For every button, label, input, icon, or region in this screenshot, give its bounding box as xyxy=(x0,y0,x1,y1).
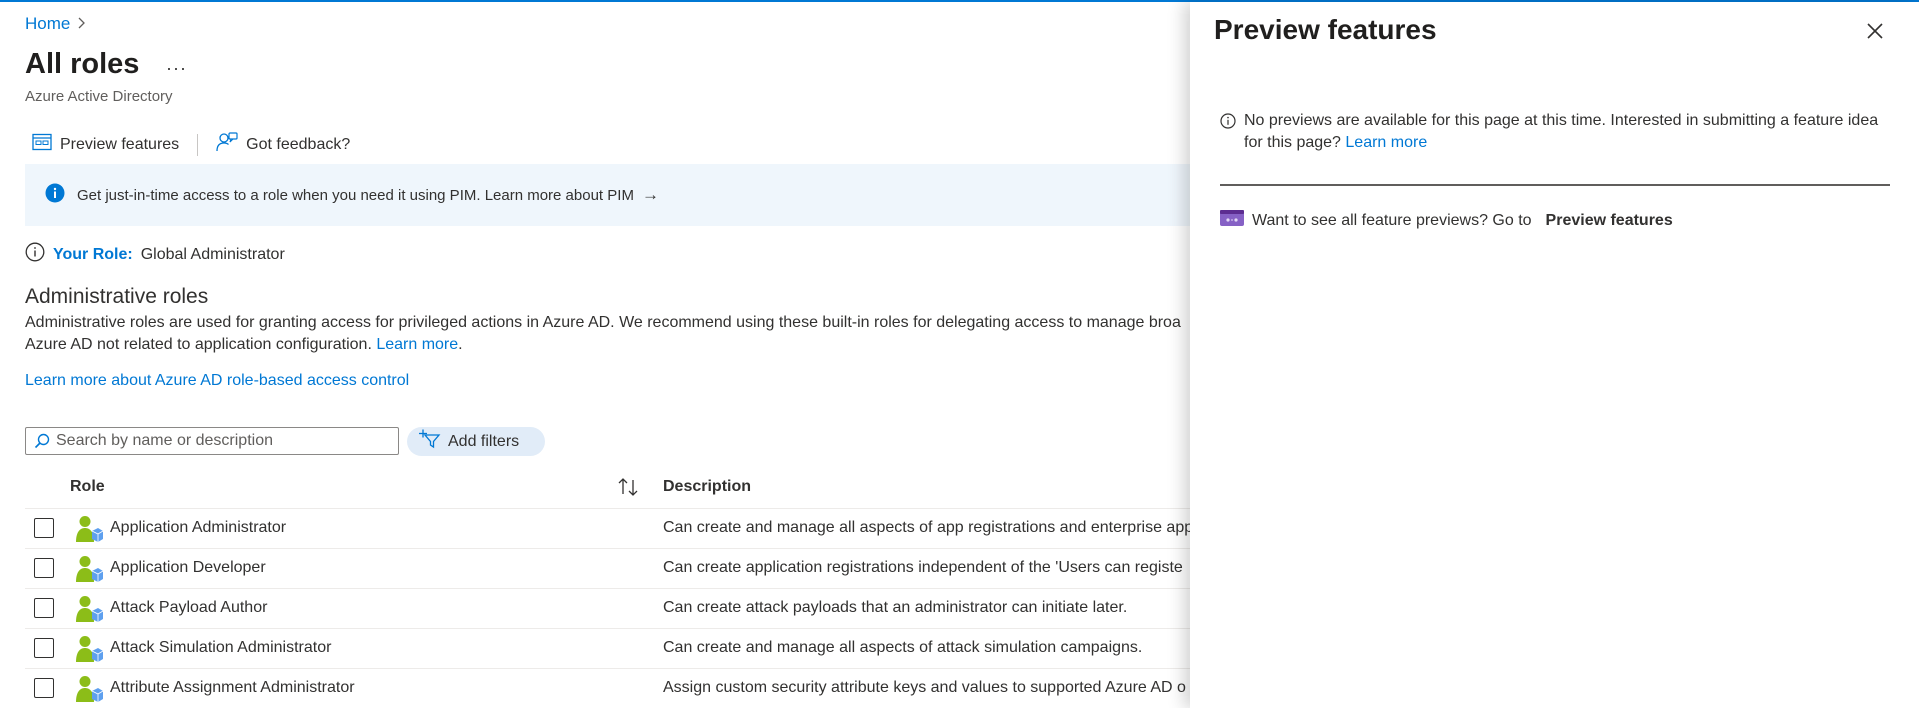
goto-text: Want to see all feature previews? Go to xyxy=(1252,211,1532,229)
pim-info-banner[interactable]: Get just-in-time access to a role when y… xyxy=(25,164,1190,226)
section-description: Administrative roles are used for granti… xyxy=(25,312,1190,356)
roles-table: Role Description Application Administrat… xyxy=(25,470,1190,708)
preview-features-panel: Preview features No previews are availab… xyxy=(1190,2,1919,708)
notice-text-block: No previews are available for this page … xyxy=(1244,110,1900,154)
page-title: All roles xyxy=(25,48,140,80)
search-input[interactable]: Search by name or description xyxy=(25,427,399,455)
got-feedback-label: Got feedback? xyxy=(246,135,351,153)
row-checkbox[interactable] xyxy=(34,518,54,538)
panel-title: Preview features xyxy=(1214,14,1437,45)
toolbar-divider xyxy=(197,133,199,156)
role-description: Can create application registrations ind… xyxy=(663,559,1183,576)
row-checkbox[interactable] xyxy=(34,678,54,698)
your-role-value: Global Administrator xyxy=(140,245,285,263)
command-bar: Preview features Got feedback? xyxy=(22,128,360,161)
role-name[interactable]: Application Developer xyxy=(110,559,266,577)
no-previews-notice: No previews are available for this page … xyxy=(1220,110,1900,154)
close-icon[interactable] xyxy=(1866,22,1884,45)
info-icon xyxy=(25,242,45,267)
role-description: Assign custom security attribute keys an… xyxy=(663,679,1186,696)
role-user-icon xyxy=(75,595,104,628)
table-header: Role Description xyxy=(25,470,1190,509)
main-content: Home All roles ··· Azure Active Director… xyxy=(0,2,1190,708)
more-options-button[interactable]: ··· xyxy=(166,58,187,79)
row-checkbox[interactable] xyxy=(34,558,54,578)
sort-icon[interactable] xyxy=(617,477,639,502)
section-title: Administrative roles xyxy=(25,285,209,308)
role-user-icon xyxy=(75,635,104,668)
pim-banner-text: Get just-in-time access to a role when y… xyxy=(77,186,634,204)
row-checkbox[interactable] xyxy=(34,638,54,658)
row-checkbox[interactable] xyxy=(34,598,54,618)
add-filters-button[interactable]: Add filters xyxy=(407,427,545,456)
notice-text: No previews are available for this page … xyxy=(1244,112,1879,151)
rbac-learn-more-link[interactable]: Learn more about Azure AD role-based acc… xyxy=(25,372,409,390)
panel-divider xyxy=(1220,184,1890,186)
role-user-icon xyxy=(75,515,104,548)
preview-features-label: Preview features xyxy=(60,135,180,153)
role-description: Can create and manage all aspects of att… xyxy=(663,639,1143,656)
role-name[interactable]: Attribute Assignment Administrator xyxy=(110,679,355,697)
role-name[interactable]: Application Administrator xyxy=(110,519,286,537)
search-icon xyxy=(34,433,50,449)
breadcrumb: Home xyxy=(25,14,86,34)
breadcrumb-home-link[interactable]: Home xyxy=(25,14,70,34)
goto-preview-features: Want to see all feature previews? Go to … xyxy=(1220,209,1673,232)
add-filters-label: Add filters xyxy=(448,432,520,450)
arrow-right-icon: → xyxy=(641,185,659,204)
section-description-line-1: Administrative roles are used for granti… xyxy=(25,314,1181,331)
filter-icon xyxy=(419,429,441,454)
notice-learn-more-link[interactable]: Learn more xyxy=(1345,134,1427,151)
table-row[interactable]: Attribute Assignment Administrator Assig… xyxy=(25,669,1190,708)
feedback-icon xyxy=(216,132,238,157)
table-row[interactable]: Application Administrator Can create and… xyxy=(25,509,1190,549)
table-row[interactable]: Application Developer Can create applica… xyxy=(25,549,1190,589)
goto-preview-features-link[interactable]: Preview features xyxy=(1546,212,1673,230)
info-icon xyxy=(1220,113,1236,154)
role-name[interactable]: Attack Payload Author xyxy=(110,599,267,617)
search-placeholder: Search by name or description xyxy=(56,432,273,449)
section-description-line-2: Azure AD not related to application conf… xyxy=(25,334,1190,356)
section-description-period: . xyxy=(458,336,463,353)
preview-features-button[interactable]: Preview features xyxy=(22,129,189,160)
role-user-icon xyxy=(75,675,104,708)
column-header-description: Description xyxy=(663,478,752,495)
info-icon xyxy=(45,183,65,208)
your-role-label: Your Role: xyxy=(53,245,133,263)
got-feedback-button[interactable]: Got feedback? xyxy=(206,128,360,161)
table-row[interactable]: Attack Simulation Administrator Can crea… xyxy=(25,629,1190,669)
table-row[interactable]: Attack Payload Author Can create attack … xyxy=(25,589,1190,629)
learn-more-link[interactable]: Learn more xyxy=(376,336,458,353)
section-description-line-2-text: Azure AD not related to application conf… xyxy=(25,336,377,353)
column-header-role[interactable]: Role xyxy=(70,478,105,496)
role-description: Can create and manage all aspects of app… xyxy=(663,519,1190,536)
role-name[interactable]: Attack Simulation Administrator xyxy=(110,639,331,657)
preview-features-icon xyxy=(1220,209,1244,232)
preview-features-icon xyxy=(32,133,52,156)
role-description: Can create attack payloads that an admin… xyxy=(663,599,1128,616)
chevron-right-icon xyxy=(78,16,86,33)
page-subtitle: Azure Active Directory xyxy=(25,88,173,105)
role-user-icon xyxy=(75,555,104,588)
your-role: Your Role: Global Administrator xyxy=(25,242,285,267)
